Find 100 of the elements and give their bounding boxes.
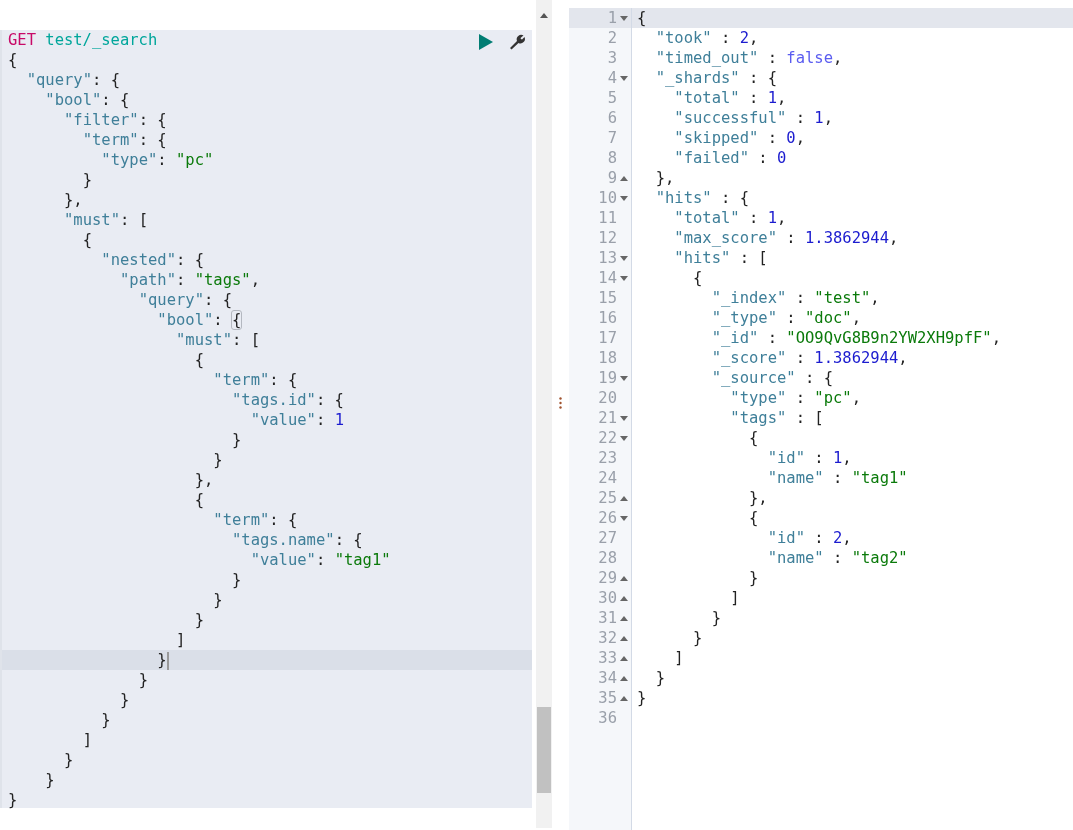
code-line: "type": "pc" xyxy=(100,150,214,170)
code-line: { xyxy=(692,268,703,288)
code-line: } xyxy=(212,450,223,470)
fold-caret-down-icon[interactable] xyxy=(620,275,628,281)
code-line: "_type" : "doc", xyxy=(710,308,861,328)
code-line: } xyxy=(230,430,242,450)
code-line: "skipped" : 0, xyxy=(673,128,805,148)
code-line: "_shards" : { xyxy=(654,68,777,88)
fold-caret-down-icon[interactable] xyxy=(620,75,628,81)
code-line: "bool": { xyxy=(156,310,242,330)
line-number: 2 xyxy=(607,28,617,48)
line-number: 15 xyxy=(598,288,617,308)
line-number: 13 xyxy=(598,248,617,268)
line-number: 33 xyxy=(598,648,617,668)
line-number: 34 xyxy=(598,668,617,688)
code-line: "name" : "tag2" xyxy=(766,548,908,568)
line-number: 8 xyxy=(607,148,617,168)
code-line: "failed" : 0 xyxy=(673,148,787,168)
fold-caret-down-icon[interactable] xyxy=(620,15,628,21)
code-line: "hits" : { xyxy=(654,188,749,208)
scroll-up-arrow-icon[interactable] xyxy=(540,13,548,18)
line-number: 9 xyxy=(607,168,617,188)
fold-caret-up-icon[interactable] xyxy=(620,595,628,601)
code-line: "id" : 1, xyxy=(766,448,852,468)
line-number: 3 xyxy=(607,48,617,68)
code-line: "timed_out" : false, xyxy=(654,48,843,68)
code-line: } xyxy=(118,690,130,710)
code-line: "value": 1 xyxy=(249,410,344,430)
play-icon[interactable] xyxy=(478,33,494,51)
code-line: } xyxy=(156,650,169,670)
code-line: GET test/_search xyxy=(8,30,158,50)
code-line: ] xyxy=(81,730,92,750)
fold-caret-down-icon[interactable] xyxy=(620,255,628,261)
code-line: { xyxy=(747,428,759,448)
line-number: 24 xyxy=(598,468,617,488)
fold-caret-up-icon[interactable] xyxy=(620,175,628,181)
code-line: } xyxy=(81,170,92,190)
code-line: "type" : "pc", xyxy=(729,388,861,408)
line-number: 30 xyxy=(598,588,617,608)
scrollbar-thumb[interactable] xyxy=(537,707,551,793)
code-line: } xyxy=(654,668,665,688)
code-line: } xyxy=(100,710,111,730)
code-line: "total" : 1, xyxy=(673,88,787,108)
code-line: "_source" : { xyxy=(710,368,833,388)
code-line: "tags.name": { xyxy=(230,530,363,550)
fold-caret-up-icon[interactable] xyxy=(620,655,628,661)
code-line: "_index" : "test", xyxy=(710,288,880,308)
line-number: 10 xyxy=(598,188,617,208)
line-number: 18 xyxy=(598,348,617,368)
code-line: } xyxy=(230,570,242,590)
line-number: 17 xyxy=(598,328,617,348)
code-line: } xyxy=(692,628,703,648)
code-line: "value": "tag1" xyxy=(249,550,391,570)
fold-caret-down-icon[interactable] xyxy=(620,375,628,381)
line-number: 12 xyxy=(598,228,617,248)
line-number: 25 xyxy=(598,488,617,508)
fold-caret-up-icon[interactable] xyxy=(620,675,628,681)
resize-handle-icon[interactable] xyxy=(559,397,562,409)
fold-caret-up-icon[interactable] xyxy=(620,575,628,581)
fold-caret-down-icon[interactable] xyxy=(620,435,628,441)
fold-caret-up-icon[interactable] xyxy=(620,635,628,641)
code-line: "must": [ xyxy=(63,210,148,230)
line-number: 27 xyxy=(598,528,617,548)
code-line: "successful" : 1, xyxy=(673,108,833,128)
scrollbar[interactable] xyxy=(536,0,552,828)
code-line: }, xyxy=(747,488,768,508)
code-line: "took" : 2, xyxy=(654,28,759,48)
fold-caret-up-icon[interactable] xyxy=(620,695,628,701)
line-number: 11 xyxy=(598,208,617,228)
code-line: } xyxy=(212,590,223,610)
line-number: 20 xyxy=(598,388,617,408)
fold-caret-down-icon[interactable] xyxy=(620,415,628,421)
code-line: "_id" : "OO9QvG8B9n2YW2XH9pfF", xyxy=(710,328,1001,348)
wrench-icon[interactable] xyxy=(508,33,526,51)
code-line: { xyxy=(193,490,204,510)
code-line: { xyxy=(8,50,18,70)
fold-caret-down-icon[interactable] xyxy=(620,195,628,201)
code-line: "bool": { xyxy=(44,90,130,110)
code-line: }, xyxy=(654,168,675,188)
code-line: "term": { xyxy=(212,370,298,390)
code-line: "_score" : 1.3862944, xyxy=(710,348,908,368)
code-line: "filter": { xyxy=(63,110,167,130)
line-number: 32 xyxy=(598,628,617,648)
code-line: ] xyxy=(729,588,740,608)
code-line: } xyxy=(8,790,18,810)
fold-caret-down-icon[interactable] xyxy=(620,515,628,521)
code-line: { xyxy=(193,350,204,370)
line-number: 35 xyxy=(598,688,617,708)
line-number: 29 xyxy=(598,568,617,588)
line-number: 36 xyxy=(598,708,617,728)
code-line: "query": { xyxy=(25,70,120,90)
line-number: 21 xyxy=(598,408,617,428)
code-line: "term": { xyxy=(81,130,167,150)
line-number: 23 xyxy=(598,448,617,468)
code-line: } xyxy=(747,568,759,588)
line-number: 26 xyxy=(598,508,617,528)
line-number: 1 xyxy=(607,8,617,28)
line-number: 19 xyxy=(598,368,617,388)
fold-caret-up-icon[interactable] xyxy=(620,615,628,621)
fold-caret-up-icon[interactable] xyxy=(620,495,628,501)
